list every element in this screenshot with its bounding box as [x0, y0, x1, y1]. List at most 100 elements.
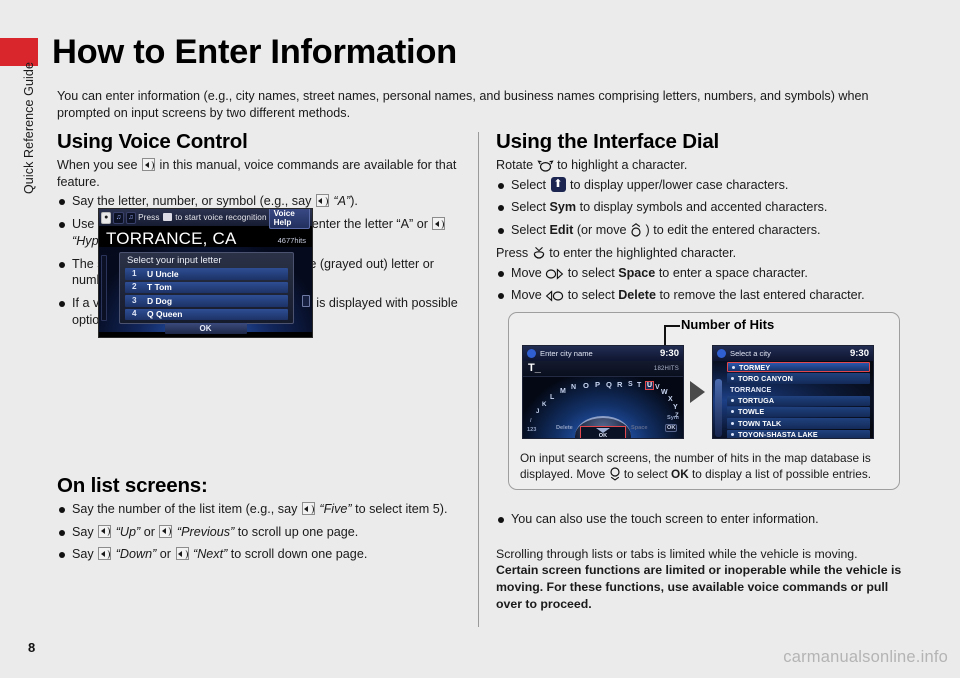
key-Q[interactable]: Q	[606, 380, 612, 389]
list-item[interactable]: TOYON-SHASTA LAKE	[727, 429, 870, 438]
list-item: Select to display upper/lower case chara…	[496, 176, 904, 194]
bullet-icon	[731, 433, 734, 437]
list-item: Move to select Space to enter a space ch…	[496, 265, 904, 282]
list-item[interactable]: TORO CANYON	[727, 373, 870, 384]
row-value: U Uncle	[147, 268, 179, 279]
key-U-selected[interactable]: U	[645, 381, 655, 390]
page-title: How to Enter Information	[52, 33, 457, 71]
key-O[interactable]: O	[583, 381, 589, 390]
status-prefix: Press	[138, 213, 160, 222]
list-item[interactable]: TOWN TALK	[727, 418, 870, 429]
dial-press-icon	[533, 246, 544, 259]
rotate-suffix: to highlight a character.	[557, 158, 688, 172]
key-L[interactable]: L	[550, 394, 554, 401]
callout-caption: On input search screens, the number of h…	[520, 451, 892, 483]
dial-down-icon	[609, 467, 620, 481]
caption-part-c: to display a list of possible entries.	[692, 466, 872, 481]
ui-label-space: Space	[618, 265, 656, 280]
key-R[interactable]: R	[617, 380, 622, 389]
key-T[interactable]: T	[637, 382, 641, 389]
voice-help-button[interactable]: Voice Help	[268, 209, 310, 229]
bullet-text: Say	[72, 524, 94, 539]
bullet-text-tail: to scroll down one page.	[230, 547, 368, 562]
list-item-label: TORMEY	[739, 363, 771, 373]
row-value: Q Queen	[147, 309, 183, 319]
list-item-label: TOWN TALK	[738, 418, 782, 428]
warning-note: Certain screen functions are limited or …	[496, 563, 902, 611]
voice-command-icon	[98, 547, 112, 561]
mini-screen-title: Enter city name	[540, 349, 593, 358]
bullet-text-mid: to select	[567, 265, 615, 280]
bullet-text-tail: to display upper/lower case characters.	[570, 177, 789, 192]
bullet-text-tail: ).	[350, 194, 358, 209]
nav-left-scroll	[101, 255, 107, 321]
list-scrollbar[interactable]	[715, 379, 722, 437]
bullet-text: Move	[511, 288, 542, 303]
bullet-text: Select	[511, 223, 547, 238]
key-delete[interactable]: Delete	[556, 425, 573, 431]
bullet-icon	[731, 376, 734, 380]
bullet-text: Move	[511, 265, 542, 280]
list-item[interactable]: TORMEY	[727, 361, 870, 373]
row-value: T Tom	[147, 282, 172, 292]
interface-dial-bullets: Select to display upper/lower case chara…	[496, 176, 904, 239]
watermark: carmanualsonline.info	[783, 648, 948, 666]
input-letter-dialog: Select your input letter 1 U Uncle 2 T T…	[119, 252, 294, 324]
key-space[interactable]: Space	[631, 425, 647, 431]
list-item[interactable]: TOWLE	[727, 406, 870, 418]
bullet-text-mid: to enter the letter “A” or	[297, 217, 428, 232]
voice-control-heading: Using Voice Control	[57, 130, 248, 153]
key-J[interactable]: J	[536, 409, 539, 415]
nav-ok-button[interactable]: OK	[164, 323, 247, 334]
key-Y[interactable]: Y	[673, 404, 678, 411]
voice-icon-2: ♫	[125, 211, 137, 224]
typed-text: T_	[528, 362, 541, 374]
list-item[interactable]: 3 D Dog	[125, 295, 288, 307]
mini-status-bar: Enter city name 9:30	[523, 346, 683, 361]
list-item[interactable]: TORRANCE	[727, 384, 870, 395]
press-suffix: to enter the highlighted character.	[549, 245, 737, 260]
ok-highlight-box[interactable]: OK	[580, 426, 626, 438]
list-item[interactable]: 1 U Uncle	[125, 268, 288, 280]
row-number: 1	[132, 268, 137, 278]
key-X[interactable]: X	[668, 396, 673, 403]
nav-badge-icon	[717, 349, 726, 358]
nav-hits-count: 4677hits	[277, 236, 306, 245]
list-item: Say “Down” or “Next” to scroll down one …	[57, 546, 467, 563]
key-N[interactable]: N	[571, 384, 576, 391]
bullet-text-tail: to display symbols and accented characte…	[579, 200, 828, 215]
key-ok[interactable]: OK	[665, 424, 678, 432]
mini-status-bar: Select a city 9:30	[713, 346, 873, 361]
move-bullets: Move to select Space to enter a space ch…	[496, 265, 904, 304]
row-number: 2	[132, 282, 137, 291]
list-item: Say the number of the list item (e.g., s…	[57, 501, 467, 518]
voice-phrase: “Five”	[319, 502, 352, 516]
bullet-text: Select	[511, 177, 547, 192]
key-P[interactable]: P	[595, 380, 600, 389]
key-M[interactable]: M	[560, 388, 566, 395]
select-a-city-screen: Select a city 9:30 TORMEY TORO CANYON TO…	[712, 345, 874, 439]
voice-command-icon	[301, 502, 315, 515]
bullet-text: You can also use the touch screen to ent…	[511, 512, 819, 526]
row-value: D Dog	[147, 295, 173, 306]
key-S[interactable]: S	[628, 381, 633, 388]
list-item[interactable]: 2 T Tom	[125, 281, 288, 293]
list-item: Say “Up” or “Previous” to scroll up one …	[57, 524, 467, 541]
bullet-text-tail: to remove the last entered character.	[659, 288, 865, 303]
ui-label-sym: Sym	[549, 200, 577, 215]
voice-status-icon: ●	[101, 211, 112, 224]
key-K[interactable]: K	[542, 401, 546, 408]
nav-badge-icon	[527, 349, 536, 358]
list-item-label: TORRANCE	[730, 384, 772, 394]
voice-command-icon	[98, 524, 112, 538]
list-item[interactable]: 4 Q Queen	[125, 308, 288, 320]
section-side-label: Quick Reference Guide	[22, 61, 36, 195]
press-line: Press to enter the highlighted character…	[496, 245, 904, 262]
list-item[interactable]: TORTUGA	[727, 395, 870, 407]
key-sym[interactable]: Sym	[667, 415, 679, 421]
key-numeric[interactable]: 123	[527, 427, 536, 433]
row-number: 3	[132, 295, 137, 305]
key-W[interactable]: W	[661, 389, 668, 396]
key-V[interactable]: V	[655, 384, 660, 391]
key-slash[interactable]: /	[530, 418, 532, 424]
